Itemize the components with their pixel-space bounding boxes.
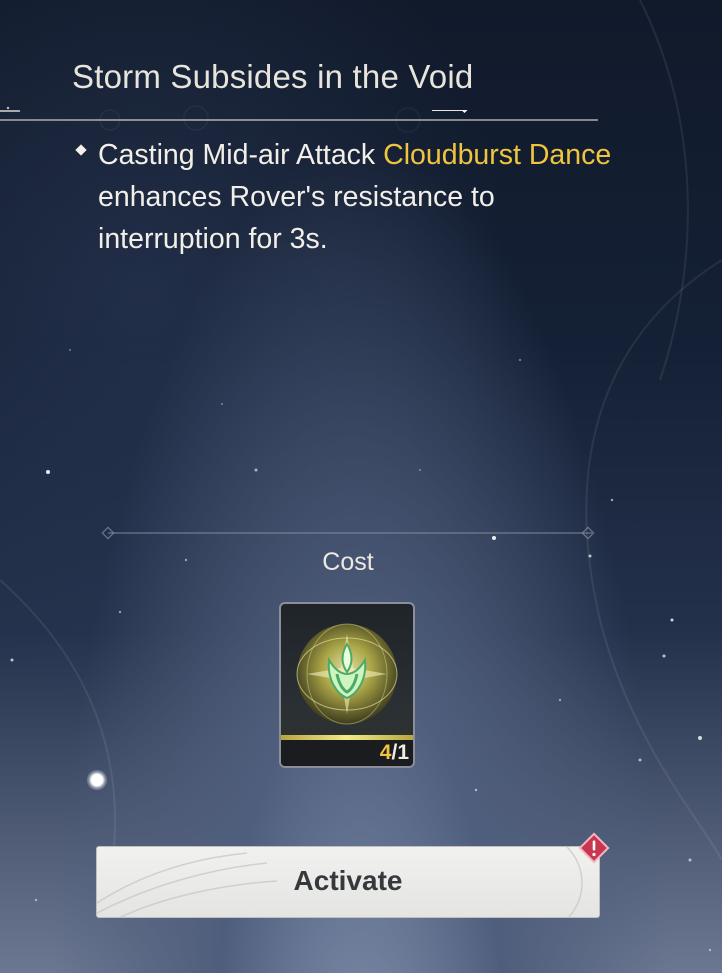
cost-divider	[101, 526, 595, 540]
activate-label: Activate	[293, 865, 403, 896]
skill-name-highlight: Cloudburst Dance	[383, 139, 612, 171]
cost-item-card[interactable]: 4/1	[279, 602, 415, 768]
description-text-1: Casting Mid-air Attack	[98, 139, 384, 171]
description-text-2: enhances Rover's resistance to interrupt…	[98, 181, 495, 255]
title-divider	[0, 110, 598, 121]
bullet-diamond-icon	[75, 144, 87, 156]
owned-count: 4	[379, 741, 392, 764]
required-count: 1	[397, 741, 409, 764]
item-count: 4/1	[380, 741, 409, 765]
node-description: Casting Mid-air Attack Cloudburst Dance …	[98, 134, 618, 260]
node-title: Storm Subsides in the Void	[72, 58, 474, 95]
exclamation-diamond-icon	[578, 832, 610, 864]
sparkle-icon	[87, 770, 107, 790]
resonance-item-icon	[296, 623, 398, 725]
activate-button[interactable]: Activate	[96, 846, 600, 918]
cost-label: Cost	[322, 548, 374, 576]
